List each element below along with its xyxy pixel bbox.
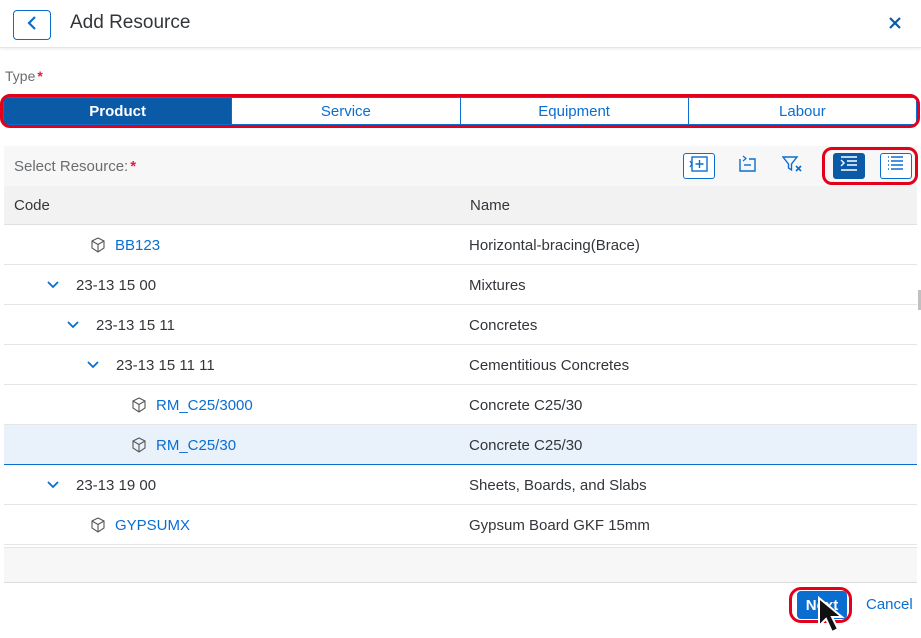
chevron-down-icon[interactable]: [46, 278, 60, 292]
table-row-selected[interactable]: RM_C25/30 Concrete C25/30: [4, 425, 917, 465]
table-row[interactable]: 23-13 15 11 11 Cementitious Concretes: [4, 345, 917, 385]
filter-clear-icon: [781, 155, 804, 178]
name-cell: Gypsum Board GKF 15mm: [469, 516, 650, 534]
name-cell: Horizontal-bracing(Brace): [469, 236, 640, 254]
code-cell: RM_C25/3000: [130, 385, 253, 425]
table-row[interactable]: 23-13 15 11 Concretes: [4, 305, 917, 345]
table-row[interactable]: GYPSUMX Gypsum Board GKF 15mm: [4, 505, 917, 545]
table-header: Code Name: [4, 186, 917, 225]
product-cube-icon: [130, 396, 148, 414]
collapse-all-icon: [737, 155, 757, 178]
code-cell: 23-13 15 00: [46, 265, 156, 305]
name-cell: Concretes: [469, 316, 538, 334]
chevron-down-icon[interactable]: [66, 318, 80, 332]
type-highlight-annotation: [0, 94, 920, 128]
name-cell: Mixtures: [469, 276, 526, 294]
dialog-title: Add Resource: [70, 12, 191, 33]
clear-filter-button[interactable]: [777, 153, 809, 179]
back-button[interactable]: [13, 10, 51, 40]
code-cell: BB123: [89, 225, 160, 265]
code-cell: 23-13 19 00: [46, 465, 156, 505]
code-cell: RM_C25/30: [130, 425, 236, 465]
select-resource-label: Select Resource: *: [14, 158, 137, 175]
expand-all-button[interactable]: [683, 153, 715, 179]
product-cube-icon: [130, 436, 148, 454]
name-cell: Sheets, Boards, and Slabs: [469, 476, 647, 494]
table-row[interactable]: 23-13 19 00 Sheets, Boards, and Slabs: [4, 465, 917, 505]
name-cell: Concrete C25/30: [469, 396, 583, 414]
close-icon: [888, 16, 902, 35]
expand-all-icon: [689, 155, 709, 178]
name-cell: Cementitious Concretes: [469, 356, 630, 374]
dialog-header: Add Resource: [0, 0, 921, 48]
code-text: 23-13 19 00: [76, 476, 157, 494]
cancel-button[interactable]: Cancel: [866, 596, 913, 613]
required-marker: *: [130, 158, 137, 175]
code-text: 23-13 15 00: [76, 276, 157, 294]
column-header-name[interactable]: Name: [470, 197, 510, 214]
view-toggle-highlight-annotation: [822, 147, 918, 185]
table-footer-area: [4, 547, 917, 583]
collapse-all-button[interactable]: [731, 153, 763, 179]
code-cell: 23-13 15 11 11: [86, 345, 215, 385]
code-link[interactable]: RM_C25/30: [156, 437, 236, 454]
code-link[interactable]: GYPSUMX: [115, 517, 190, 534]
code-cell: 23-13 15 11: [66, 305, 175, 345]
close-button[interactable]: [884, 14, 906, 36]
type-label: Type *: [5, 68, 43, 84]
table-row[interactable]: RM_C25/3000 Concrete C25/30: [4, 385, 917, 425]
resource-tree-table: Code Name BB123 Horizontal-bracing(Brace…: [4, 186, 917, 545]
required-marker: *: [37, 68, 43, 84]
table-row[interactable]: 23-13 15 00 Mixtures: [4, 265, 917, 305]
resource-toolbar: Select Resource: *: [4, 146, 917, 186]
code-text: 23-13 15 11: [96, 316, 175, 334]
chevron-down-icon[interactable]: [46, 478, 60, 492]
column-header-code[interactable]: Code: [14, 197, 50, 214]
product-cube-icon: [89, 516, 107, 534]
code-link[interactable]: BB123: [115, 237, 160, 254]
mouse-cursor-icon: [817, 595, 853, 638]
chevron-left-icon: [26, 15, 38, 36]
table-row[interactable]: BB123 Horizontal-bracing(Brace): [4, 225, 917, 265]
code-link[interactable]: RM_C25/3000: [156, 397, 253, 414]
name-cell: Concrete C25/30: [469, 436, 583, 454]
chevron-down-icon[interactable]: [86, 358, 100, 372]
code-cell: GYPSUMX: [89, 505, 190, 545]
product-cube-icon: [89, 236, 107, 254]
code-text: 23-13 15 11 11: [116, 356, 215, 374]
